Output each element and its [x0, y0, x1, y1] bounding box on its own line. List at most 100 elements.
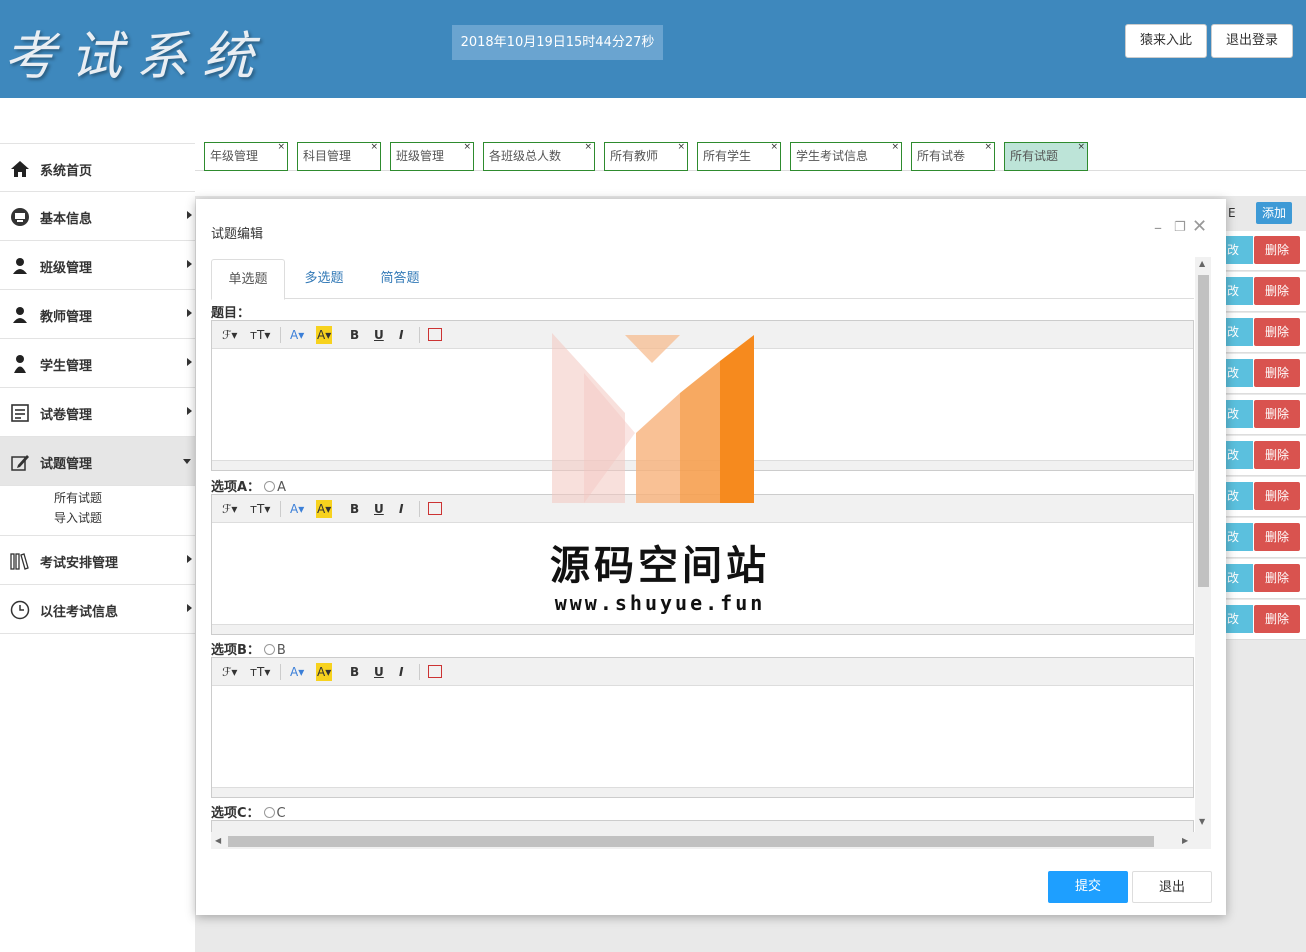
tab-grade[interactable]: 年级管理 × [204, 142, 288, 171]
tab-teachers[interactable]: 所有教师 × [604, 142, 688, 171]
close-icon[interactable]: × [770, 134, 778, 161]
tab-multiple-choice[interactable]: 多选题 [291, 259, 357, 300]
close-icon[interactable]: ✕ [1192, 216, 1207, 237]
logout-button[interactable]: 退出登录 [1211, 24, 1293, 58]
close-icon[interactable]: × [984, 134, 992, 161]
tab-class[interactable]: 班级管理 × [390, 142, 474, 171]
sidebar-item-paper[interactable]: 试卷管理 [0, 388, 195, 437]
tab-papers[interactable]: 所有试卷 × [911, 142, 995, 171]
delete-button[interactable]: 删除 [1254, 482, 1300, 510]
italic-icon[interactable]: I [399, 500, 403, 518]
italic-icon[interactable]: I [399, 663, 403, 681]
font-color-icon[interactable]: A▾ [290, 500, 304, 518]
tab-students[interactable]: 所有学生 × [697, 142, 781, 171]
font-size-icon[interactable]: ᴛT▾ [250, 663, 270, 681]
delete-button[interactable]: 删除 [1254, 236, 1300, 264]
underline-icon[interactable]: U [374, 663, 384, 681]
background-color-icon[interactable]: A▾ [316, 326, 333, 344]
fullscreen-icon[interactable] [428, 665, 442, 678]
maximize-icon[interactable]: ❐ [1174, 220, 1186, 235]
font-family-icon[interactable]: ℱ▾ [222, 663, 237, 681]
sidebar-item-class[interactable]: 班级管理 [0, 241, 195, 290]
sidebar-item-basic-info[interactable]: 基本信息 [0, 192, 195, 241]
tab-single-choice[interactable]: 单选题 [211, 259, 285, 300]
edit-button[interactable]: 改 [1226, 441, 1253, 469]
option-a-radio[interactable] [264, 481, 276, 492]
sidebar-item-past-exams[interactable]: 以往考试信息 [0, 585, 195, 634]
edit-button[interactable]: 改 [1226, 318, 1253, 346]
underline-icon[interactable]: U [374, 326, 384, 344]
minimize-icon[interactable]: – [1154, 218, 1162, 237]
close-icon[interactable]: × [463, 134, 471, 161]
submenu-item-all-questions[interactable]: 所有试题 [0, 488, 195, 508]
submenu-item-import-questions[interactable]: 导入试题 [0, 508, 195, 528]
delete-button[interactable]: 删除 [1254, 523, 1300, 551]
bold-icon[interactable]: B [350, 326, 359, 344]
close-icon[interactable]: × [891, 134, 899, 161]
font-color-icon[interactable]: A▾ [290, 326, 304, 344]
sidebar-item-question[interactable]: 试题管理 [0, 437, 195, 486]
scroll-right-icon[interactable]: ▶ [1182, 836, 1188, 845]
sidebar-item-home[interactable]: 系统首页 [0, 143, 195, 192]
delete-button[interactable]: 删除 [1254, 441, 1300, 469]
tab-subject[interactable]: 科目管理 × [297, 142, 381, 171]
scrollbar-thumb[interactable] [228, 836, 1154, 847]
horizontal-scrollbar[interactable]: ◀ ▶ [211, 832, 1211, 849]
edit-button[interactable]: 改 [1226, 482, 1253, 510]
font-size-icon[interactable]: ᴛT▾ [250, 326, 270, 344]
fullscreen-icon[interactable] [428, 502, 442, 515]
close-icon[interactable]: × [584, 134, 592, 161]
scroll-up-icon[interactable]: ▲ [1199, 259, 1205, 268]
fullscreen-icon[interactable] [428, 328, 442, 341]
bold-icon[interactable]: B [350, 500, 359, 518]
tab-short-answer[interactable]: 简答题 [367, 259, 433, 300]
close-icon[interactable]: × [1077, 134, 1085, 161]
question-editor[interactable]: ℱ▾ ᴛT▾ A▾ A▾ B U I [211, 320, 1194, 471]
close-icon[interactable]: × [370, 134, 378, 161]
delete-button[interactable]: 删除 [1254, 277, 1300, 305]
option-c-radio[interactable] [263, 807, 275, 818]
edit-button[interactable]: 改 [1226, 400, 1253, 428]
sidebar-item-exam-schedule[interactable]: 考试安排管理 [0, 536, 195, 585]
font-family-icon[interactable]: ℱ▾ [222, 500, 237, 518]
edit-button[interactable]: 改 [1226, 523, 1253, 551]
delete-button[interactable]: 删除 [1254, 605, 1300, 633]
delete-button[interactable]: 删除 [1254, 318, 1300, 346]
delete-button[interactable]: 删除 [1254, 359, 1300, 387]
dialog-scroll-area[interactable]: 单选题 多选题 简答题 题目： ℱ▾ ᴛT▾ A▾ A▾ B U I 选项A： A [211, 257, 1211, 849]
option-b-radio[interactable] [263, 644, 275, 655]
italic-icon[interactable]: I [399, 326, 403, 344]
underline-icon[interactable]: U [374, 500, 384, 518]
edit-button[interactable]: 改 [1226, 277, 1253, 305]
sidebar-item-label: 学生管理 [40, 359, 93, 374]
edit-button[interactable]: 改 [1226, 359, 1253, 387]
bold-icon[interactable]: B [350, 663, 359, 681]
edit-button[interactable]: 改 [1226, 564, 1253, 592]
exit-button[interactable]: 退出 [1132, 871, 1212, 903]
delete-button[interactable]: 删除 [1254, 564, 1300, 592]
tab-class-total[interactable]: 各班级总人数 × [483, 142, 595, 171]
submit-button[interactable]: 提交 [1048, 871, 1128, 903]
sidebar-item-teacher[interactable]: 教师管理 [0, 290, 195, 339]
vertical-scrollbar[interactable]: ▲ ▼ [1195, 257, 1211, 832]
tab-questions[interactable]: 所有试题 × [1004, 142, 1088, 171]
scroll-down-icon[interactable]: ▼ [1199, 817, 1205, 826]
edit-button[interactable]: 改 [1226, 605, 1253, 633]
tab-label: 所有试题 [1010, 149, 1059, 163]
close-icon[interactable]: × [677, 134, 685, 161]
font-color-icon[interactable]: A▾ [290, 663, 304, 681]
edit-button[interactable]: 改 [1226, 236, 1253, 264]
close-icon[interactable]: × [277, 134, 285, 161]
delete-button[interactable]: 删除 [1254, 400, 1300, 428]
option-a-editor[interactable]: ℱ▾ ᴛT▾ A▾ A▾ B U I [211, 494, 1194, 635]
enter-button[interactable]: 猿来入此 [1125, 24, 1207, 58]
background-color-icon[interactable]: A▾ [316, 500, 333, 518]
background-color-icon[interactable]: A▾ [316, 663, 333, 681]
scroll-left-icon[interactable]: ◀ [215, 836, 221, 845]
font-size-icon[interactable]: ᴛT▾ [250, 500, 270, 518]
font-family-icon[interactable]: ℱ▾ [222, 326, 237, 344]
sidebar-item-student[interactable]: 学生管理 [0, 339, 195, 388]
tab-student-exam-info[interactable]: 学生考试信息 × [790, 142, 902, 171]
option-b-editor[interactable]: ℱ▾ ᴛT▾ A▾ A▾ B U I [211, 657, 1194, 798]
scrollbar-thumb[interactable] [1198, 275, 1209, 587]
